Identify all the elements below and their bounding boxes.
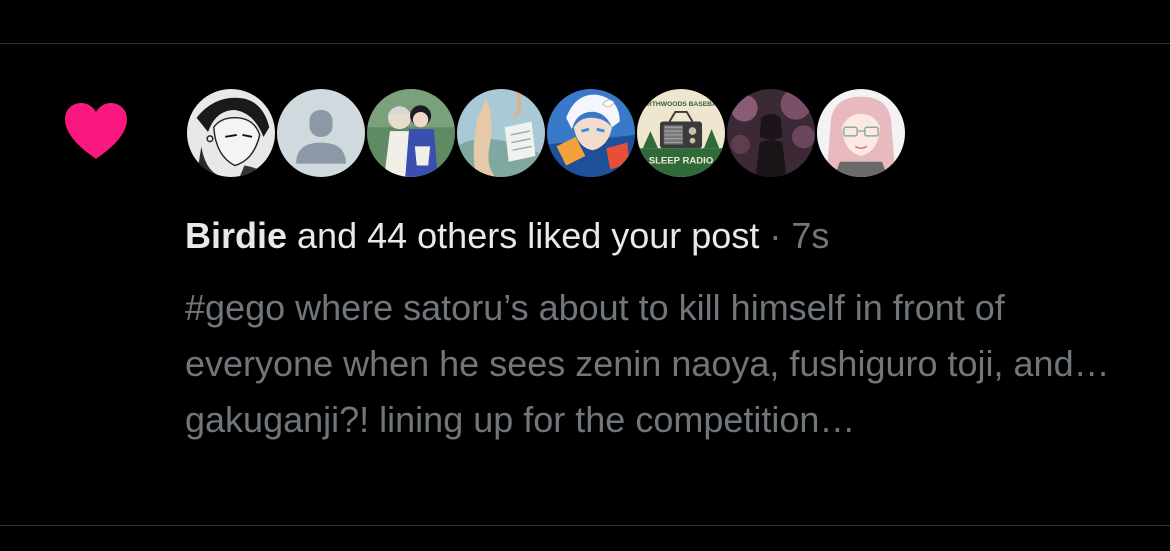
svg-text:SLEEP RADIO: SLEEP RADIO — [649, 156, 714, 167]
svg-text:NORTHWOODS BASEBALL: NORTHWOODS BASEBALL — [637, 101, 725, 108]
timestamp: 7s — [791, 215, 830, 256]
avatar-3[interactable] — [365, 87, 457, 179]
separator-dot: · — [759, 215, 792, 256]
heart-icon — [65, 103, 127, 159]
dim-photo-figure-avatar-icon — [727, 89, 815, 177]
avatar-6[interactable]: NORTHWOODS BASEBALL SLEEP RADIO — [635, 87, 727, 179]
avatar-8[interactable] — [815, 87, 907, 179]
avatar-1[interactable] — [185, 87, 277, 179]
like-summary: Birdie and 44 others liked your post · 7… — [185, 212, 1145, 260]
liker-avatars: NORTHWOODS BASEBALL SLEEP RADIO — [185, 87, 907, 179]
painted-figure-avatar-icon — [457, 89, 545, 177]
northwoods-baseball-sleep-radio-avatar-icon: NORTHWOODS BASEBALL SLEEP RADIO — [637, 89, 725, 177]
anime-man-sketch-avatar-icon — [187, 89, 275, 177]
summary-text: and 44 others liked your post — [287, 215, 760, 256]
avatar-2[interactable] — [275, 87, 367, 179]
avatar-5[interactable] — [545, 87, 637, 179]
default-person-avatar-icon — [277, 89, 365, 177]
post-text[interactable]: #gego where satoru’s about to kill himse… — [185, 280, 1115, 448]
illustrated-couple-avatar-icon — [367, 89, 455, 177]
avatar-4[interactable] — [455, 87, 547, 179]
anime-white-hair-avatar-icon — [547, 89, 635, 177]
avatar-7[interactable] — [725, 87, 817, 179]
bottom-divider — [0, 525, 1170, 526]
pink-hair-glasses-avatar-icon — [817, 89, 905, 177]
liker-name[interactable]: Birdie — [185, 215, 287, 256]
like-notification[interactable]: NORTHWOODS BASEBALL SLEEP RADIO Birdie a… — [0, 44, 1170, 525]
